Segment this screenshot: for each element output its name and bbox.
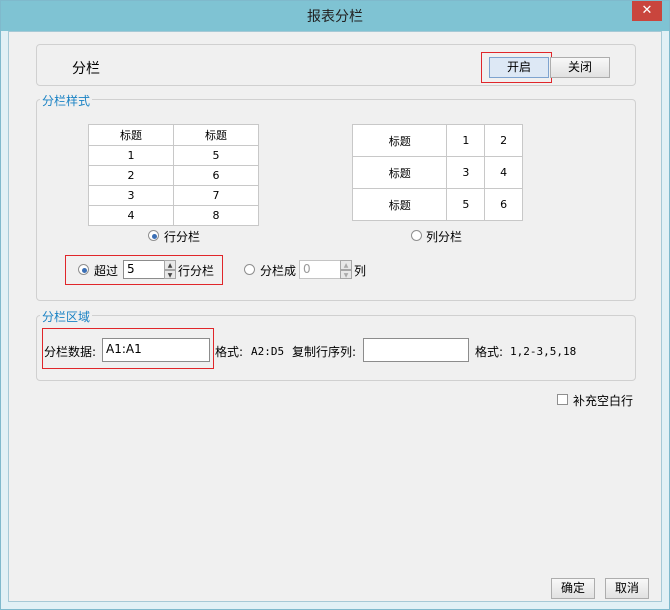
copy-rows-input[interactable] bbox=[363, 338, 469, 362]
row-split-label: 行分栏 bbox=[164, 230, 201, 244]
preview-cell: 3 bbox=[446, 156, 486, 189]
split-into-radio[interactable] bbox=[244, 264, 255, 275]
fill-blank-rows-label: 补充空白行 bbox=[573, 394, 634, 408]
preview-cell: 6 bbox=[484, 188, 523, 221]
spin-down-icon[interactable]: ▼ bbox=[340, 270, 352, 279]
preview-cell: 5 bbox=[173, 145, 259, 166]
split-into-columns-input[interactable]: 0 bbox=[299, 260, 341, 279]
split-into-suffix: 列 bbox=[354, 264, 367, 278]
exceed-rows-input[interactable]: 5 bbox=[123, 260, 165, 279]
radio-selected-dot bbox=[82, 268, 87, 273]
preview-cell: 4 bbox=[88, 205, 174, 226]
preview-cell: 7 bbox=[173, 185, 259, 206]
spin-up-icon[interactable]: ▲ bbox=[164, 260, 176, 270]
ok-button[interactable]: 确定 bbox=[551, 578, 595, 599]
preview-cell: 3 bbox=[88, 185, 174, 206]
format-example: A2:D5 bbox=[251, 345, 285, 358]
preview-cell: 6 bbox=[173, 165, 259, 186]
exceed-label: 超过 bbox=[94, 264, 119, 278]
format-label: 格式: bbox=[215, 345, 244, 359]
split-data-input[interactable]: A1:A1 bbox=[102, 338, 210, 362]
preview-cell: 8 bbox=[173, 205, 259, 226]
spin-up-icon[interactable]: ▲ bbox=[340, 260, 352, 270]
cancel-button[interactable]: 取消 bbox=[605, 578, 649, 599]
exceed-radio[interactable] bbox=[78, 264, 89, 275]
preview-cell: 5 bbox=[446, 188, 486, 221]
column-split-label: 列分栏 bbox=[426, 230, 463, 244]
disable-button[interactable]: 关闭 bbox=[550, 57, 610, 78]
radio-selected-dot bbox=[152, 234, 157, 239]
enable-button[interactable]: 开启 bbox=[489, 57, 549, 78]
dialog-title: 报表分栏 bbox=[307, 9, 363, 25]
exceed-suffix: 行分栏 bbox=[178, 264, 215, 278]
row-split-radio[interactable] bbox=[148, 230, 159, 241]
split-style-legend: 分栏样式 bbox=[40, 92, 93, 109]
row-split-preview: 标题 标题 1 5 2 6 3 7 4 8 bbox=[88, 124, 259, 226]
preview-header-cell: 标题 bbox=[351, 124, 448, 157]
preview-cell: 1 bbox=[88, 145, 174, 166]
preview-cell: 2 bbox=[484, 124, 523, 157]
copy-rows-label: 复制行序列: bbox=[292, 345, 357, 359]
split-data-label: 分栏数据: bbox=[44, 345, 97, 359]
preview-cell: 1 bbox=[446, 124, 486, 157]
close-button[interactable]: ✕ bbox=[632, 1, 662, 21]
fill-blank-rows-checkbox[interactable] bbox=[557, 394, 568, 405]
format-label-2: 格式: bbox=[475, 345, 504, 359]
preview-header-cell: 标题 bbox=[173, 124, 259, 146]
preview-cell: 2 bbox=[88, 165, 174, 186]
column-split-radio[interactable] bbox=[411, 230, 422, 241]
spin-down-icon[interactable]: ▼ bbox=[164, 270, 176, 279]
preview-header-cell: 标题 bbox=[88, 124, 174, 146]
split-label: 分栏 bbox=[72, 61, 100, 77]
preview-header-cell: 标题 bbox=[351, 156, 448, 189]
split-area-legend: 分栏区域 bbox=[40, 308, 93, 325]
split-into-label: 分栏成 bbox=[260, 264, 297, 278]
copy-rows-example: 1,2-3,5,18 bbox=[510, 345, 577, 358]
preview-cell: 4 bbox=[484, 156, 523, 189]
column-split-preview: 标题 1 2 标题 3 4 标题 5 6 bbox=[351, 124, 523, 221]
preview-header-cell: 标题 bbox=[351, 188, 448, 221]
